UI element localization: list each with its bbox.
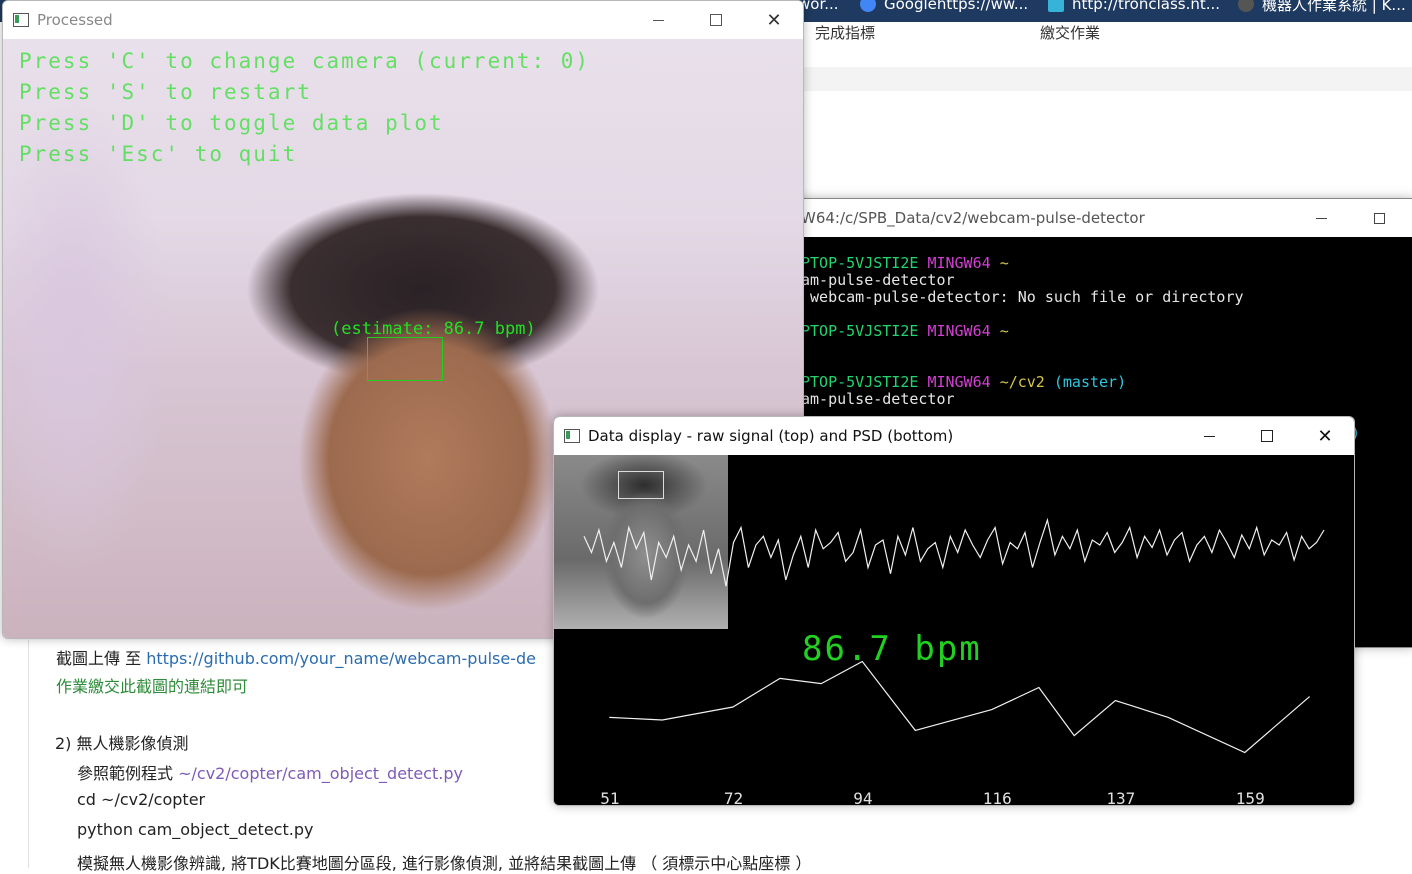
tab-3-label: http://tronclass.nt... [1072, 0, 1221, 13]
terminal-prompt-1: PTOP-5VJSTI2E MINGW64 ~ [801, 254, 1009, 272]
site-icon [1238, 0, 1254, 12]
psd-tick-label: 159 [1235, 789, 1265, 806]
tab-4-label: 機器人作業系統 | K... [1262, 0, 1406, 14]
data-plot-canvas: 86.7 bpm 51 72 94 116 137 159 [554, 455, 1354, 805]
maximize-icon [710, 14, 722, 26]
course-nav: 完成指標 繳交作業 [800, 22, 1412, 67]
tab-2-label: Googlehttps://ww... [884, 0, 1029, 13]
maximize-icon [1261, 430, 1273, 442]
reference-prefix: 參照範例程式 [77, 764, 179, 783]
terminal-line-2: am-pulse-detector [801, 271, 955, 289]
maximize-button[interactable] [1350, 199, 1408, 237]
data-maximize-button[interactable] [1238, 417, 1296, 455]
terminal-titlebar[interactable]: W64:/c/SPB_Data/cv2/webcam-pulse-detecto… [791, 199, 1412, 237]
browser-tab-2[interactable]: Googlehttps://ww... [860, 0, 1028, 14]
minimize-icon [652, 19, 664, 21]
bpm-readout: 86.7 bpm [802, 629, 982, 669]
psd-tick-label: 51 [600, 789, 620, 806]
maximize-icon [1373, 212, 1385, 224]
terminal-prompt-2: PTOP-5VJSTI2E MINGW64 ~ [801, 322, 1009, 340]
psd-tick-label: 137 [1106, 789, 1136, 806]
nav-complete-indicator[interactable]: 完成指標 [815, 22, 875, 43]
data-close-button[interactable]: ✕ [1296, 417, 1354, 455]
upload-prefix: 截圖上傳 至 [56, 649, 147, 668]
terminal-line-3: webcam-pulse-detector: No such file or d… [801, 288, 1244, 306]
reference-line: 參照範例程式 ~/cv2/copter/cam_object_detect.py [77, 760, 463, 784]
task-description: 模擬無人機影像辨識, 將TDK比賽地圖分區段, 進行影像偵測, 並將結果截圖上傳… [77, 854, 812, 873]
opencv-app-icon [13, 13, 29, 27]
content-divider [28, 640, 29, 868]
processed-titlebar[interactable]: Processed ✕ [3, 1, 803, 39]
reference-path[interactable]: ~/cv2/copter/cam_object_detect.py [178, 764, 463, 783]
terminal-title: W64:/c/SPB_Data/cv2/webcam-pulse-detecto… [801, 209, 1145, 227]
tronclass-icon [1048, 0, 1064, 12]
hud-quit: Press 'Esc' to quit [19, 142, 298, 166]
browser-tab-1[interactable]: wor... [798, 0, 839, 14]
cmd-cd: cd ~/cv2/copter [77, 790, 206, 809]
psd-tick-label: 72 [723, 789, 744, 806]
browser-tab-4[interactable]: 機器人作業系統 | K... [1238, 0, 1406, 14]
terminal-prompt-3: PTOP-5VJSTI2E MINGW64 ~/cv2 (master) [801, 373, 1127, 391]
terminal-line-6: am-pulse-detector [801, 390, 955, 408]
hud-restart: Press 'S' to restart [19, 80, 312, 104]
google-icon [860, 0, 876, 12]
content-toolbar [800, 67, 1412, 91]
psd-tick-label: 94 [853, 789, 873, 806]
raw-signal-line [583, 517, 1325, 587]
bpm-estimate-label: (estimate: 86.7 bpm) [331, 319, 536, 339]
tab-1-label: wor... [798, 0, 839, 13]
data-display-window[interactable]: Data display - raw signal (top) and PSD … [553, 416, 1355, 806]
processed-close-button[interactable]: ✕ [745, 1, 803, 39]
data-minimize-button[interactable] [1180, 417, 1238, 455]
close-icon: ✕ [766, 9, 782, 31]
section-2-title: 2) 無人機影像偵測 [55, 734, 189, 753]
submit-note: 作業繳交此截圖的連結即可 [56, 677, 249, 696]
upload-line: 截圖上傳 至 https://github.com/your_name/webc… [56, 645, 536, 669]
browser-tab-3[interactable]: http://tronclass.nt... [1048, 0, 1220, 14]
data-titlebar[interactable]: Data display - raw signal (top) and PSD … [554, 417, 1354, 455]
processed-title: Processed [37, 11, 113, 29]
minimize-icon [1315, 217, 1327, 219]
nav-submit-homework[interactable]: 繳交作業 [1040, 22, 1100, 43]
upload-link[interactable]: https://github.com/your_name/webcam-puls… [146, 649, 536, 668]
cmd-python: python cam_object_detect.py [77, 820, 314, 839]
data-title: Data display - raw signal (top) and PSD … [588, 427, 954, 445]
close-icon: ✕ [1317, 425, 1333, 447]
opencv-app-icon [564, 429, 580, 443]
processed-minimize-button[interactable] [629, 1, 687, 39]
hud-change-camera: Press 'C' to change camera (current: 0) [19, 49, 591, 73]
forehead-roi-box [367, 337, 443, 381]
psd-tick-label: 116 [982, 789, 1012, 806]
processed-maximize-button[interactable] [687, 1, 745, 39]
minimize-button[interactable] [1292, 199, 1350, 237]
psd-line [609, 660, 1310, 754]
hud-toggle-plot: Press 'D' to toggle data plot [19, 111, 444, 135]
minimize-icon [1203, 435, 1215, 437]
